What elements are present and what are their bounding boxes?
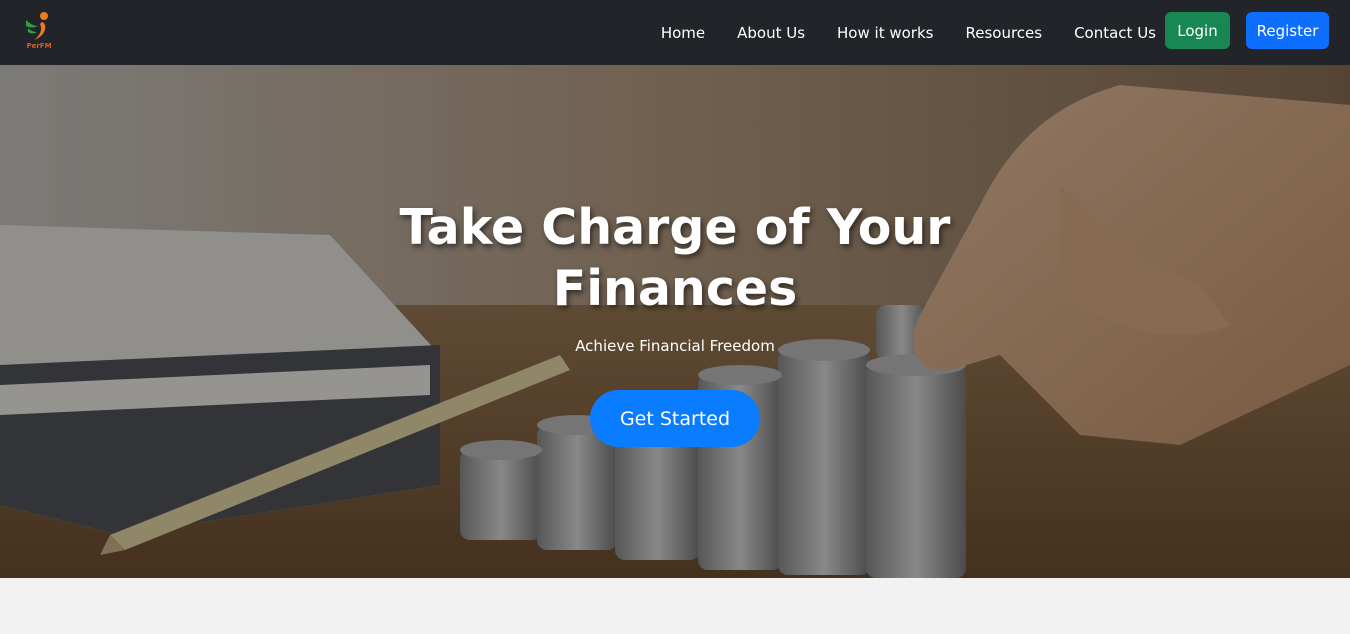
content-section bbox=[0, 578, 1350, 634]
brand-logo[interactable]: PerFM bbox=[20, 10, 58, 54]
hero-section: Take Charge of Your Finances Achieve Fin… bbox=[0, 65, 1350, 578]
nav-link-home[interactable]: Home bbox=[661, 24, 705, 42]
register-button[interactable]: Register bbox=[1246, 12, 1329, 49]
nav-link-about-us[interactable]: About Us bbox=[737, 24, 805, 42]
nav-link-contact-us[interactable]: Contact Us bbox=[1074, 24, 1156, 42]
logo-text: PerFM bbox=[26, 42, 52, 50]
hero-overlay bbox=[0, 65, 1350, 578]
get-started-button[interactable]: Get Started bbox=[590, 390, 760, 447]
logo-icon bbox=[26, 12, 48, 40]
login-button[interactable]: Login bbox=[1165, 12, 1230, 49]
nav-link-resources[interactable]: Resources bbox=[965, 24, 1042, 42]
top-navbar: PerFM Home About Us How it works Resourc… bbox=[0, 0, 1350, 65]
nav-links: Home About Us How it works Resources Con… bbox=[629, 0, 1156, 65]
nav-link-how-it-works[interactable]: How it works bbox=[837, 24, 933, 42]
hero-title: Take Charge of Your Finances bbox=[399, 199, 951, 317]
hero-subtitle: Achieve Financial Freedom bbox=[575, 337, 775, 355]
